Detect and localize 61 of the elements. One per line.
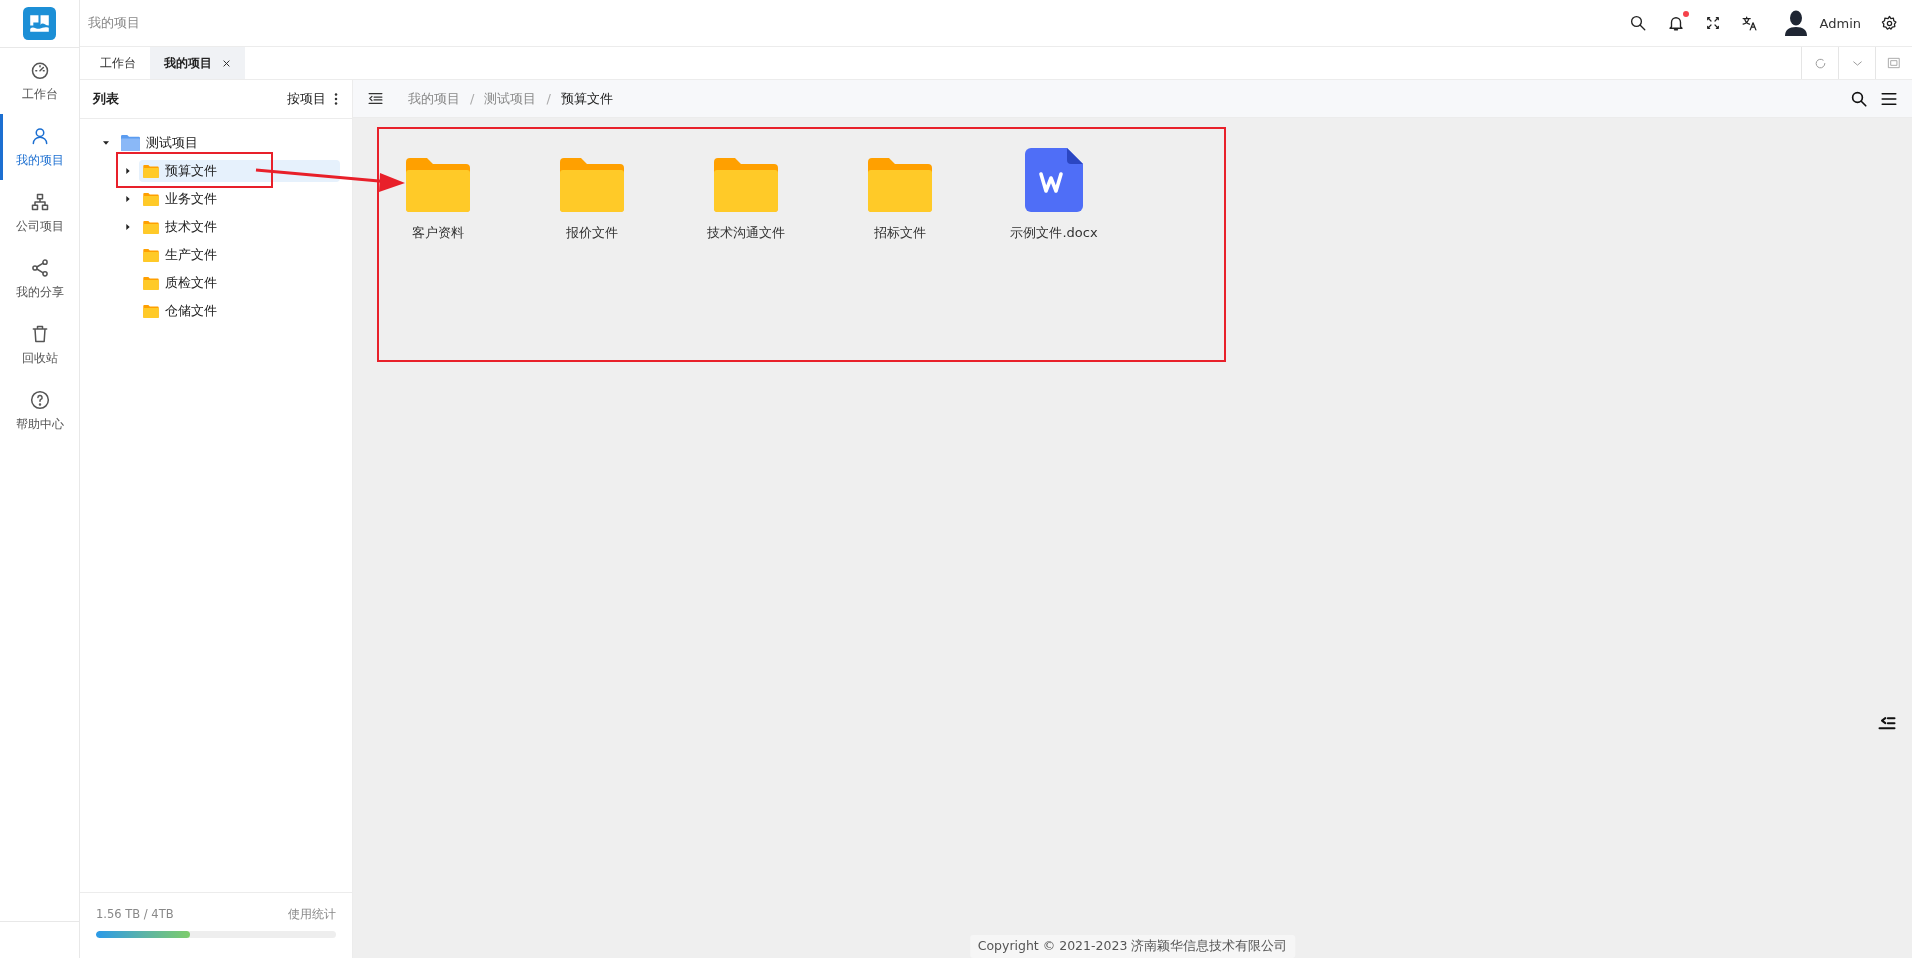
caret-right-icon[interactable] [124,195,132,203]
usage-stats-link[interactable]: 使用统计 [288,907,336,922]
caret-right-icon[interactable] [124,223,132,231]
breadcrumb-separator: / [470,91,475,106]
folder-icon [143,220,159,234]
sidebar-item[interactable]: 工作台 [0,48,79,114]
tree-item[interactable]: 生产文件 [139,244,340,266]
page-title: 我的项目 [88,14,140,32]
tree-item[interactable]: 业务文件 [139,188,340,210]
breadcrumb-separator: / [546,91,551,106]
more-vertical-icon[interactable] [334,92,338,106]
tree-item[interactable]: 质检文件 [139,272,340,294]
folder-icon [143,192,159,206]
share-icon [29,257,50,278]
copyright-text: Copyright © 2021-2023 济南颖华信息技术有限公司 [969,935,1296,958]
avatar-silhouette[interactable] [1783,10,1808,36]
folder-icon [143,276,159,290]
folder-icon [406,158,470,212]
file-item[interactable]: 招标文件 [823,148,977,242]
file-item[interactable]: 报价文件 [515,148,669,242]
fullscreen-icon[interactable] [1704,15,1721,31]
folder-icon [714,158,778,212]
tab[interactable]: 我的项目 [150,47,245,79]
file-item[interactable]: 客户资料 [361,148,515,242]
translate-icon[interactable] [1740,14,1758,32]
panel-title: 列表 [93,90,119,108]
collapse-menu-icon[interactable] [367,90,384,107]
folder-icon [143,304,159,318]
breadcrumb-item[interactable]: 我的项目 [408,89,460,108]
breadcrumb-item[interactable]: 测试项目 [484,89,537,108]
settings-icon[interactable] [1881,14,1898,32]
folder-icon [868,158,932,212]
file-item[interactable]: 技术沟通文件 [669,148,823,242]
help-icon [29,389,50,410]
folder-icon [560,158,624,212]
hierarchy-icon [29,191,50,212]
group-by-link[interactable]: 按项目 [287,90,326,108]
tree-item[interactable]: 测试项目 [117,132,340,154]
sidebar-item[interactable]: 我的分享 [0,246,79,312]
user-name[interactable]: Admin [1819,15,1861,31]
file-item[interactable]: 示例文件.docx [977,148,1131,242]
folder-icon [143,248,159,262]
search-icon[interactable] [1628,14,1647,32]
word-document-icon [1025,148,1083,212]
project-folder-icon [121,135,140,151]
breadcrumb-item[interactable]: 预算文件 [560,89,613,108]
caret-right-icon[interactable] [124,167,132,175]
tree-item[interactable]: 技术文件 [139,216,340,238]
close-icon[interactable] [222,58,231,68]
folder-icon [143,164,159,178]
tab[interactable]: 工作台 [86,47,150,79]
app-logo[interactable] [23,7,56,40]
storage-usage: 1.56 TB / 4TB [96,907,174,922]
bell-icon [1666,14,1685,32]
sidebar-item[interactable]: 帮助中心 [0,378,79,444]
sidebar-item[interactable]: 回收站 [0,312,79,378]
sidebar-item[interactable]: 公司项目 [0,180,79,246]
tree-item[interactable]: 预算文件 [139,160,340,182]
tree-item[interactable]: 仓储文件 [139,300,340,322]
search-icon[interactable] [1850,89,1868,108]
caret-down-icon[interactable] [102,139,110,147]
